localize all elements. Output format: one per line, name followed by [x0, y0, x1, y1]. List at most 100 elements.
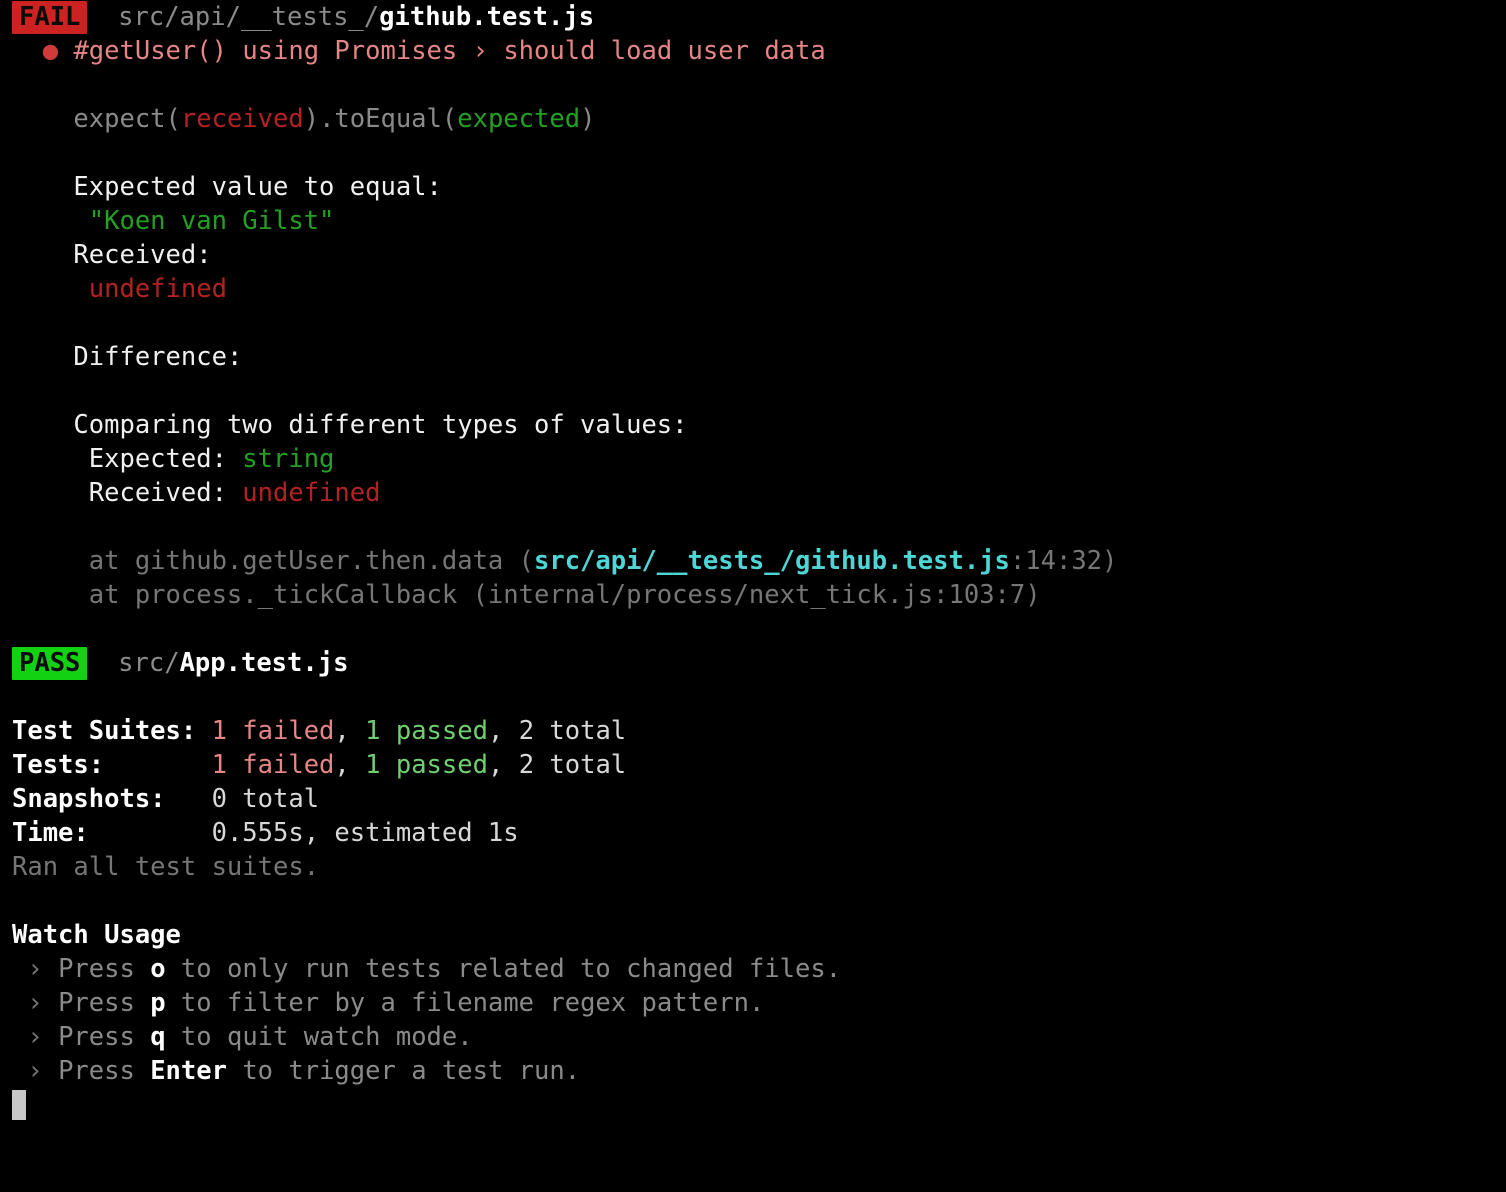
- difference-label-line: Difference:: [0, 340, 1506, 374]
- block-cursor-icon[interactable]: [12, 1090, 26, 1120]
- summary-passed-count: 1 passed: [365, 750, 488, 780]
- summary-label: Time:: [12, 818, 89, 848]
- summary-label: Snapshots:: [12, 784, 166, 814]
- watch-usage-heading: Watch Usage: [0, 918, 1506, 952]
- fail-suite-header: FAIL src/api/__tests_/github.test.js: [0, 0, 1506, 34]
- bullet-icon: ●: [42, 36, 59, 66]
- received-value: undefined: [88, 274, 227, 304]
- summary-row-tests: Tests: 1 failed, 1 passed, 2 total: [0, 748, 1506, 782]
- stack-frame-suffix: :14:32): [1009, 546, 1118, 576]
- separator: ,: [334, 750, 366, 780]
- watch-usage-key[interactable]: Enter: [150, 1056, 227, 1086]
- test-suite-name: #getUser() using Promises: [73, 36, 458, 66]
- pass-suite-path-file: App.test.js: [179, 648, 349, 678]
- watch-usage-description: to trigger a test run.: [226, 1056, 581, 1086]
- summary-failed-count: 1 failed: [211, 716, 335, 746]
- pass-badge: PASS: [12, 647, 88, 680]
- watch-usage-item-q[interactable]: › Press q to quit watch mode.: [0, 1020, 1506, 1054]
- compare-expected-line: Expected: string: [0, 442, 1506, 476]
- watch-usage-press-label: Press: [58, 988, 151, 1018]
- chevron-right-icon: ›: [27, 1022, 43, 1052]
- watch-usage-item-enter[interactable]: › Press Enter to trigger a test run.: [0, 1054, 1506, 1088]
- summary-snapshots-value: 0 total: [211, 784, 320, 814]
- compare-label-line: Comparing two different types of values:: [0, 408, 1506, 442]
- watch-usage-item-p[interactable]: › Press p to filter by a filename regex …: [0, 986, 1506, 1020]
- compare-expected-label: Expected:: [88, 444, 243, 474]
- summary-label: Tests:: [12, 750, 105, 780]
- fail-suite-path-file: github.test.js: [379, 2, 595, 32]
- watch-usage-key[interactable]: o: [150, 954, 165, 984]
- pass-suite-header: PASS src/App.test.js: [0, 646, 1506, 680]
- watch-usage-press-label: Press: [58, 954, 151, 984]
- watch-usage-title: Watch Usage: [12, 920, 181, 950]
- stack-frame-prefix: at process._tickCallback (internal/proce…: [88, 580, 1041, 610]
- matcher-open: expect(: [73, 104, 181, 134]
- summary-row-time: Time: 0.555s, estimated 1s: [0, 816, 1506, 850]
- ran-all-suites-line: Ran all test suites.: [0, 850, 1506, 884]
- compare-label: Comparing two different types of values:: [73, 410, 688, 440]
- separator: ,: [487, 716, 519, 746]
- fail-suite-path-dir: src/api/__tests_/: [118, 2, 380, 32]
- compare-received-line: Received: undefined: [0, 476, 1506, 510]
- watch-usage-description: to only run tests related to changed fil…: [165, 954, 842, 984]
- watch-usage-description: to quit watch mode.: [165, 1022, 473, 1052]
- stack-trace-line: at github.getUser.then.data (src/api/__t…: [0, 544, 1506, 578]
- expected-label: Expected value to equal:: [73, 172, 442, 202]
- stack-frame-path[interactable]: src/api/__tests_/github.test.js: [534, 546, 1010, 576]
- expected-value-line: "Koen van Gilst": [0, 204, 1506, 238]
- watch-usage-key[interactable]: p: [150, 988, 165, 1018]
- summary-passed-count: 1 passed: [365, 716, 488, 746]
- failing-test-title: ● #getUser() using Promises › should loa…: [0, 34, 1506, 68]
- received-value-line: undefined: [0, 272, 1506, 306]
- watch-usage-item-o[interactable]: › Press o to only run tests related to c…: [0, 952, 1506, 986]
- ran-all-suites-text: Ran all test suites.: [12, 852, 320, 882]
- chevron-right-icon: ›: [27, 1056, 43, 1086]
- stack-frame-prefix: at github.getUser.then.data (: [88, 546, 534, 576]
- summary-time-value: 0.555s, estimated 1s: [211, 818, 519, 848]
- chevron-right-icon: ›: [27, 988, 43, 1018]
- matcher-middle: ).toEqual(: [303, 104, 458, 134]
- separator: ,: [334, 716, 366, 746]
- watch-usage-description: to filter by a filename regex pattern.: [165, 988, 765, 1018]
- pass-suite-path-dir: src/: [118, 648, 180, 678]
- matcher-line: expect(received).toEqual(expected): [0, 102, 1506, 136]
- test-case-name: should load user data: [503, 36, 826, 66]
- stack-trace-line: at process._tickCallback (internal/proce…: [0, 578, 1506, 612]
- expected-label-line: Expected value to equal:: [0, 170, 1506, 204]
- compare-expected-type: string: [242, 444, 335, 474]
- matcher-expected-token: expected: [457, 104, 581, 134]
- terminal-output: FAIL src/api/__tests_/github.test.js ● #…: [0, 0, 1506, 1192]
- prompt-line[interactable]: [0, 1088, 1506, 1122]
- watch-usage-key[interactable]: q: [150, 1022, 165, 1052]
- compare-received-type: undefined: [242, 478, 381, 508]
